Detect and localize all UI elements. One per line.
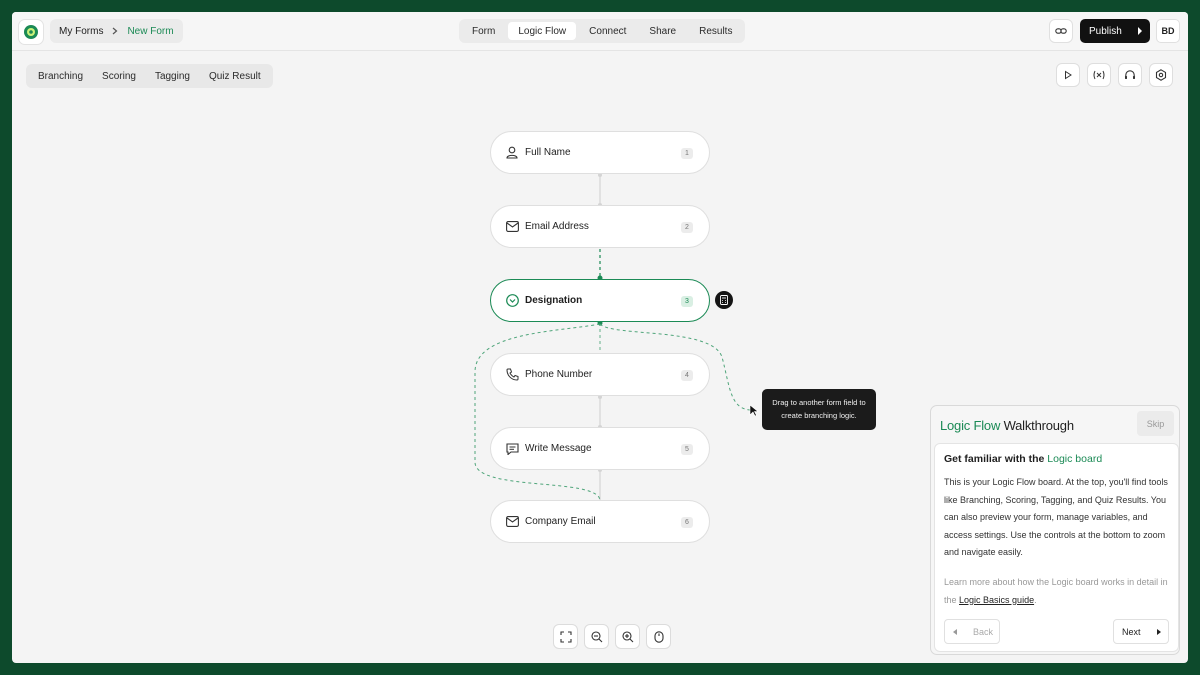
field-node-designation[interactable]: Designation 3 xyxy=(490,279,710,322)
walkthrough-card: Get familiar with the Logic board This i… xyxy=(934,443,1179,652)
branch-connector-to-company-email xyxy=(474,323,601,501)
field-label: Designation xyxy=(525,295,583,306)
walkthrough-title: Logic Flow Walkthrough xyxy=(940,418,1074,433)
next-label: Next xyxy=(1122,626,1141,637)
caret-left-icon xyxy=(953,629,957,635)
fit-screen-button[interactable] xyxy=(553,624,578,649)
field-number-badge: 4 xyxy=(681,370,693,381)
zoom-in-icon xyxy=(621,630,633,642)
back-button[interactable]: Back xyxy=(944,619,1000,644)
branching-tooltip: Drag to another form field to create bra… xyxy=(762,389,876,430)
caret-right-icon xyxy=(1157,629,1161,635)
walkthrough-title-accent: Logic Flow xyxy=(940,418,1001,433)
field-node-full-name[interactable]: Full Name 1 xyxy=(490,131,710,174)
person-icon xyxy=(505,146,519,160)
field-label: Write Message xyxy=(525,443,592,454)
calculator-button[interactable] xyxy=(715,291,733,309)
walkthrough-heading-accent: Logic board xyxy=(1047,453,1103,465)
field-number-badge: 2 xyxy=(681,222,693,233)
pan-mode-button[interactable] xyxy=(646,624,671,649)
field-label: Phone Number xyxy=(525,369,593,380)
field-number-badge: 5 xyxy=(681,444,693,455)
field-number-badge: 6 xyxy=(681,517,693,528)
next-button[interactable]: Next xyxy=(1113,619,1169,644)
fit-screen-icon xyxy=(559,630,572,643)
field-node-email-address[interactable]: Email Address 2 xyxy=(490,205,710,248)
field-node-company-email[interactable]: Company Email 6 xyxy=(490,500,710,543)
walkthrough-body: This is your Logic Flow board. At the to… xyxy=(944,477,1168,557)
phone-icon xyxy=(505,368,519,382)
field-label: Email Address xyxy=(525,221,589,232)
field-number-badge: 1 xyxy=(681,148,693,159)
zoom-out-button[interactable] xyxy=(584,624,609,649)
field-label: Company Email xyxy=(525,516,596,527)
app-window: My Forms New Form Form Logic Flow Connec… xyxy=(12,12,1188,663)
walkthrough-learn-more: Learn more about how the Logic board wor… xyxy=(944,574,1174,609)
zoom-in-button[interactable] xyxy=(615,624,640,649)
walkthrough-panel: Logic Flow Walkthrough Skip Get familiar… xyxy=(930,405,1180,655)
mouse-icon xyxy=(653,630,664,643)
zoom-out-icon xyxy=(590,630,602,642)
walkthrough-heading-prefix: Get familiar with the xyxy=(944,453,1045,465)
skip-button[interactable]: Skip xyxy=(1137,411,1174,436)
field-label: Full Name xyxy=(525,147,571,158)
walkthrough-title-rest: Walkthrough xyxy=(1003,418,1074,433)
chevron-circle-icon xyxy=(505,294,519,308)
tooltip-line-2: create branching logic. xyxy=(781,411,857,420)
tooltip-line-1: Drag to another form field to xyxy=(772,398,866,407)
field-node-write-message[interactable]: Write Message 5 xyxy=(490,427,710,470)
walkthrough-heading: Get familiar with the Logic board xyxy=(944,453,1102,465)
cursor-icon xyxy=(749,404,759,417)
field-number-badge: 3 xyxy=(681,296,693,307)
back-label: Back xyxy=(973,626,994,637)
learn-more-suffix: . xyxy=(1034,594,1037,605)
mail-icon xyxy=(505,515,519,529)
field-node-phone-number[interactable]: Phone Number 4 xyxy=(490,353,710,396)
logic-basics-guide-link[interactable]: Logic Basics guide xyxy=(959,595,1034,605)
calculator-icon xyxy=(720,295,728,305)
mail-icon xyxy=(505,220,519,234)
message-icon xyxy=(505,442,519,456)
